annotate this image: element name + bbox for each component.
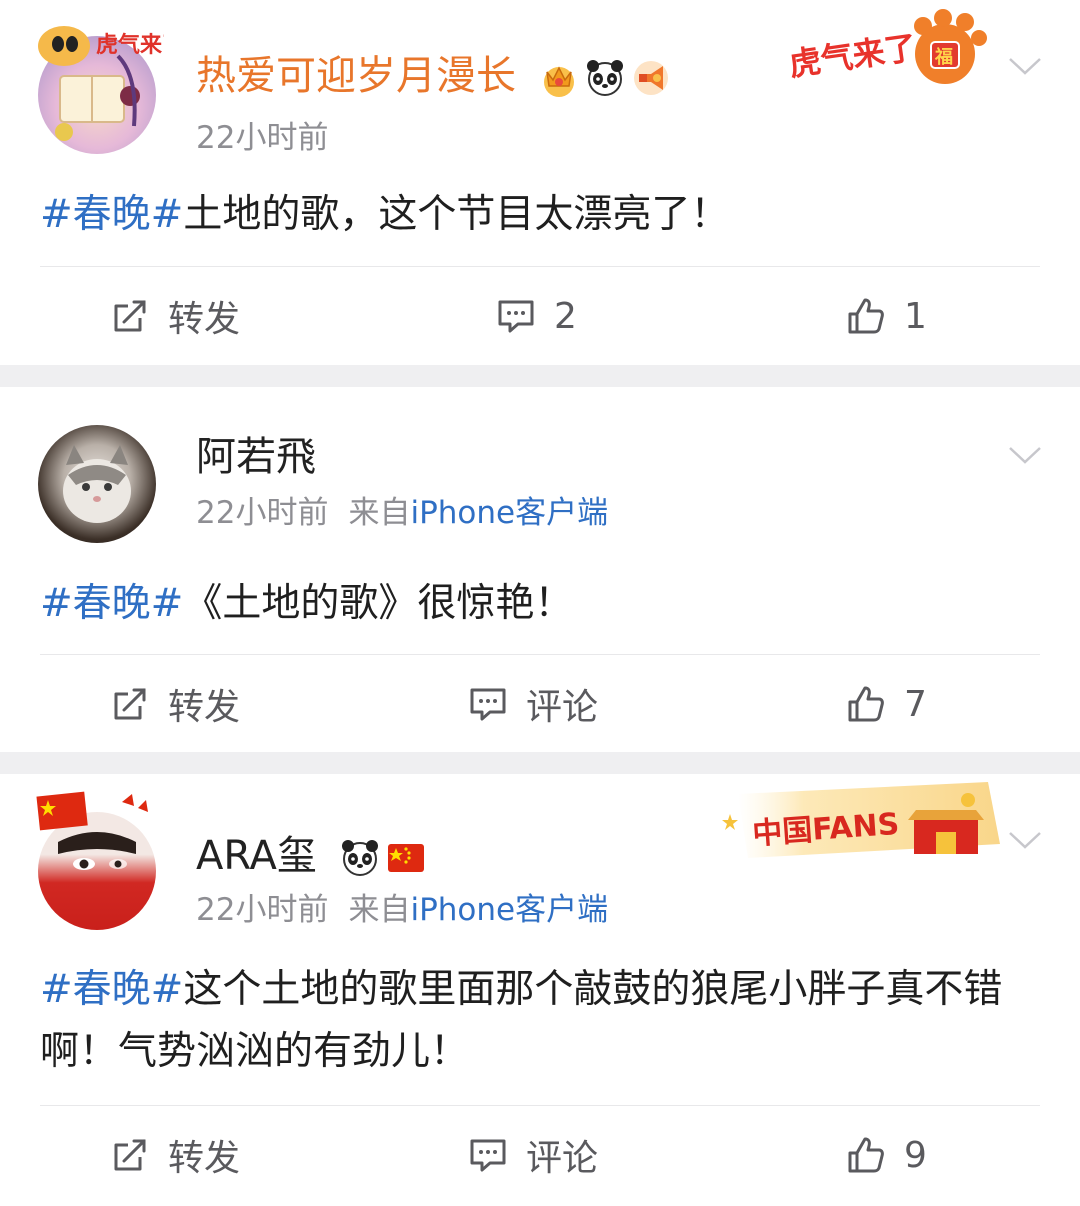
like-icon — [848, 298, 884, 334]
repost-button[interactable]: 转发 — [110, 266, 240, 366]
like-icon — [848, 686, 884, 722]
post-content: #春晚#土地的歌，这个节目太漂亮了！ — [40, 184, 1040, 246]
comment-button[interactable]: 评论 — [468, 1105, 598, 1205]
repost-icon — [114, 1139, 146, 1171]
repost-icon — [114, 688, 146, 720]
feed-post: 虎气来了 热爱可迎岁月漫长 — [0, 0, 1080, 365]
like-button[interactable]: 7 — [846, 654, 927, 754]
avatar-frame-decoration: 虎气来了 — [38, 26, 164, 66]
comment-label: 2 — [554, 295, 577, 337]
post-content: #春晚#这个土地的歌里面那个敲鼓的狼尾小胖子真不错啊！气势汹汹的有劲儿！ — [40, 959, 1040, 1083]
post-time: 22小时前 — [196, 495, 329, 531]
post-text: 《土地的歌》很惊艳！ — [183, 581, 574, 626]
hashtag-link[interactable]: #春晚# — [40, 192, 183, 237]
username-text[interactable]: ARA玺 — [196, 833, 317, 879]
crown-icon[interactable] — [539, 58, 579, 98]
like-button[interactable]: 9 — [846, 1105, 927, 1205]
repost-button[interactable]: 转发 — [110, 654, 240, 754]
post-time: 22小时前 — [196, 120, 329, 156]
username[interactable]: ARA玺 — [196, 832, 426, 880]
avatar-deco-label: 虎气来了 — [96, 32, 164, 58]
action-bar: 转发 评论 9 — [0, 1105, 1080, 1205]
source-prefix: 来自 — [348, 495, 411, 531]
repost-label: 转发 — [168, 299, 241, 340]
user-badges — [340, 838, 426, 878]
like-count: 9 — [904, 1134, 927, 1176]
action-bar: 转发 评论 7 — [0, 654, 1080, 754]
comment-icon — [470, 1139, 506, 1172]
username[interactable]: 阿若飛 — [196, 433, 316, 481]
post-source: 来自iPhone客户端 — [348, 495, 608, 531]
avatar-cat-photo — [63, 445, 131, 523]
post-content: #春晚#《土地的歌》很惊艳！ — [40, 573, 1040, 635]
hashtag-link[interactable]: #春晚# — [40, 967, 183, 1012]
post-source: 来自iPhone客户端 — [348, 892, 608, 928]
source-device-link[interactable]: iPhone客户端 — [410, 892, 608, 928]
post-meta: 22小时前 来自iPhone客户端 — [196, 493, 608, 533]
panda-icon[interactable] — [585, 58, 625, 98]
megaphone-icon[interactable] — [631, 58, 671, 98]
card-decoration: 中国FANS — [722, 782, 1000, 858]
like-count: 1 — [904, 295, 927, 337]
like-button[interactable]: 1 — [846, 266, 927, 366]
like-count: 7 — [904, 683, 927, 725]
comment-label: 评论 — [526, 687, 599, 728]
repost-button[interactable]: 转发 — [110, 1105, 240, 1205]
repost-label: 转发 — [168, 687, 241, 728]
comment-button[interactable]: 2 — [496, 266, 577, 366]
comment-label: 评论 — [526, 1138, 599, 1179]
card-deco-badge: 福 — [934, 46, 953, 68]
like-icon — [848, 1137, 884, 1173]
source-device-link[interactable]: iPhone客户端 — [410, 495, 608, 531]
post-meta: 22小时前 — [196, 118, 328, 158]
post-text: 这个土地的歌里面那个敲鼓的狼尾小胖子真不错啊！气势汹汹的有劲儿！ — [40, 967, 1003, 1074]
chevron-down-icon[interactable] — [1008, 56, 1042, 76]
comment-button[interactable]: 评论 — [468, 654, 598, 754]
comment-icon — [470, 688, 506, 721]
card-decoration: 虎气来了 福 — [787, 9, 987, 84]
comment-icon — [498, 300, 534, 333]
username[interactable]: 热爱可迎岁月漫长 — [196, 52, 671, 100]
action-bar: 转发 2 1 — [0, 266, 1080, 366]
repost-label: 转发 — [168, 1138, 241, 1179]
hashtag-link[interactable]: #春晚# — [40, 581, 183, 626]
post-separator — [0, 752, 1080, 774]
username-text[interactable]: 阿若飛 — [196, 434, 316, 480]
panda-icon[interactable] — [340, 838, 380, 878]
post-text: 土地的歌，这个节目太漂亮了！ — [183, 192, 730, 237]
avatar[interactable] — [38, 425, 156, 543]
card-deco-label: 虎气来了 — [787, 28, 919, 83]
avatar-flag-decoration — [36, 791, 148, 831]
feed-post: 阿若飛 22小时前 来自iPhone客户端 #春晚#《土地的歌》很惊艳！ 转发 评… — [0, 387, 1080, 752]
source-prefix: 来自 — [348, 892, 411, 928]
repost-icon — [114, 300, 146, 332]
post-time: 22小时前 — [196, 892, 329, 928]
post-meta: 22小时前 来自iPhone客户端 — [196, 890, 608, 930]
feed-post: ARA玺 22小时前 来自iPhone客户端 中国FANS #春晚#这个土地的歌… — [0, 774, 1080, 1206]
post-separator — [0, 365, 1080, 387]
username-text[interactable]: 热爱可迎岁月漫长 — [196, 53, 516, 99]
chevron-down-icon[interactable] — [1008, 830, 1042, 850]
user-badges — [539, 58, 671, 98]
chevron-down-icon[interactable] — [1008, 445, 1042, 465]
china-flag-icon[interactable] — [386, 838, 426, 878]
